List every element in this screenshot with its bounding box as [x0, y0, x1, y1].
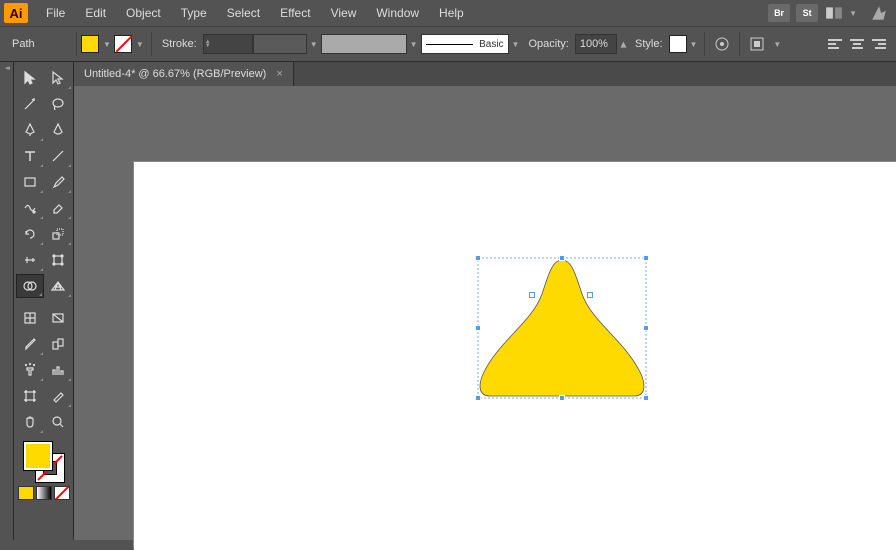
magic-wand-tool[interactable]: [16, 92, 44, 116]
shape-builder-tool[interactable]: [16, 274, 44, 298]
fill-swatch[interactable]: [81, 35, 99, 53]
app-logo: Ai: [4, 3, 28, 23]
line-segment-tool[interactable]: [44, 144, 72, 168]
toolbox: [14, 62, 74, 540]
graphic-style-swatch[interactable]: [669, 35, 687, 53]
slice-tool[interactable]: [44, 384, 72, 408]
rectangle-tool[interactable]: [16, 170, 44, 194]
arrange-documents-icon[interactable]: [825, 6, 843, 20]
opacity-input[interactable]: [575, 34, 617, 54]
column-graph-tool[interactable]: [44, 358, 72, 382]
handle-br[interactable]: [643, 395, 649, 401]
anchor-point[interactable]: [529, 292, 535, 298]
expand-dock-icon[interactable]: ◂◂: [5, 64, 8, 72]
menu-effect[interactable]: Effect: [270, 6, 320, 20]
canvas-area: Untitled-4* @ 66.67% (RGB/Preview) ×: [74, 62, 896, 540]
type-tool[interactable]: [16, 144, 44, 168]
selected-path-shape[interactable]: [474, 254, 650, 405]
opacity-label: Opacity:: [528, 38, 568, 50]
fill-stroke-proxy[interactable]: [24, 442, 64, 482]
align-left-icon[interactable]: [825, 35, 845, 53]
scale-tool[interactable]: [44, 222, 72, 246]
menu-type[interactable]: Type: [171, 6, 217, 20]
document-tab-bar: Untitled-4* @ 66.67% (RGB/Preview) ×: [74, 62, 896, 86]
fill-color-box[interactable]: [24, 442, 52, 470]
color-mode-gradient[interactable]: [36, 486, 52, 500]
opacity-dropdown-icon[interactable]: ▶: [618, 41, 627, 47]
menu-view[interactable]: View: [321, 6, 367, 20]
brush-profile-label: Basic: [479, 39, 503, 50]
menu-bar: Ai File Edit Object Type Select Effect V…: [0, 0, 896, 26]
hand-tool[interactable]: [16, 410, 44, 434]
recolor-artwork-icon[interactable]: [711, 34, 733, 54]
menu-object[interactable]: Object: [116, 6, 171, 20]
symbol-sprayer-tool[interactable]: [16, 358, 44, 382]
selection-type-label: Path: [12, 38, 66, 50]
artboard-viewport[interactable]: [74, 86, 896, 540]
align-to-dropdown-icon[interactable]: ▼: [773, 40, 781, 49]
handle-ml[interactable]: [475, 325, 481, 331]
stock-icon[interactable]: St: [796, 4, 818, 22]
menu-help[interactable]: Help: [429, 6, 474, 20]
arrange-dropdown-icon[interactable]: ▼: [849, 9, 857, 18]
anchor-point[interactable]: [587, 292, 593, 298]
brush-profile-selector[interactable]: Basic: [421, 34, 509, 54]
color-mode-none[interactable]: [54, 486, 70, 500]
document-tab[interactable]: Untitled-4* @ 66.67% (RGB/Preview) ×: [74, 62, 294, 86]
selection-tool[interactable]: [16, 66, 44, 90]
collapsed-panel-dock[interactable]: ◂◂: [0, 62, 14, 540]
brush-profile-dropdown-icon[interactable]: ▼: [512, 40, 520, 49]
stroke-weight-input[interactable]: ▲▼: [203, 34, 253, 54]
direct-selection-tool[interactable]: [44, 66, 72, 90]
handle-tl[interactable]: [475, 255, 481, 261]
menu-window[interactable]: Window: [366, 6, 429, 20]
blend-tool[interactable]: [44, 332, 72, 356]
curvature-tool[interactable]: [44, 118, 72, 142]
rotate-tool[interactable]: [16, 222, 44, 246]
control-bar: Path ▼ ▼ Stroke: ▲▼ ▼ ▼ Basic ▼ Opacity:…: [0, 26, 896, 62]
brush-definition[interactable]: [321, 34, 407, 54]
gpu-performance-icon[interactable]: [870, 6, 888, 20]
variable-width-profile[interactable]: [253, 34, 307, 54]
eyedropper-tool[interactable]: [16, 332, 44, 356]
color-mode-solid[interactable]: [18, 486, 34, 500]
stroke-dropdown-icon[interactable]: ▼: [136, 40, 144, 49]
document-tab-title: Untitled-4* @ 66.67% (RGB/Preview): [84, 68, 266, 80]
zoom-tool[interactable]: [44, 410, 72, 434]
handle-bc[interactable]: [559, 395, 565, 401]
fill-dropdown-icon[interactable]: ▼: [103, 40, 111, 49]
style-dropdown-icon[interactable]: ▼: [690, 40, 698, 49]
align-center-icon[interactable]: [847, 35, 867, 53]
mesh-tool[interactable]: [16, 306, 44, 330]
handle-tr[interactable]: [643, 255, 649, 261]
bridge-icon[interactable]: Br: [768, 4, 790, 22]
handle-tc[interactable]: [559, 255, 565, 261]
variable-width-dropdown-icon[interactable]: ▼: [310, 40, 318, 49]
free-transform-tool[interactable]: [44, 248, 72, 272]
width-tool[interactable]: [16, 248, 44, 272]
menu-file[interactable]: File: [36, 6, 75, 20]
brush-dropdown-icon[interactable]: ▼: [410, 40, 418, 49]
lasso-tool[interactable]: [44, 92, 72, 116]
perspective-grid-tool[interactable]: [44, 274, 72, 298]
stroke-swatch[interactable]: [114, 35, 132, 53]
close-tab-icon[interactable]: ×: [276, 68, 282, 80]
handle-bl[interactable]: [475, 395, 481, 401]
paintbrush-tool[interactable]: [44, 170, 72, 194]
eraser-tool[interactable]: [44, 196, 72, 220]
gradient-tool[interactable]: [44, 306, 72, 330]
pen-tool[interactable]: [16, 118, 44, 142]
align-to-icon[interactable]: [746, 34, 768, 54]
menu-select[interactable]: Select: [217, 6, 270, 20]
handle-mr[interactable]: [643, 325, 649, 331]
artboard-tool[interactable]: [16, 384, 44, 408]
menu-edit[interactable]: Edit: [75, 6, 116, 20]
shaper-tool[interactable]: [16, 196, 44, 220]
style-label: Style:: [635, 38, 663, 50]
align-right-icon[interactable]: [869, 35, 889, 53]
stroke-label: Stroke:: [162, 38, 197, 50]
